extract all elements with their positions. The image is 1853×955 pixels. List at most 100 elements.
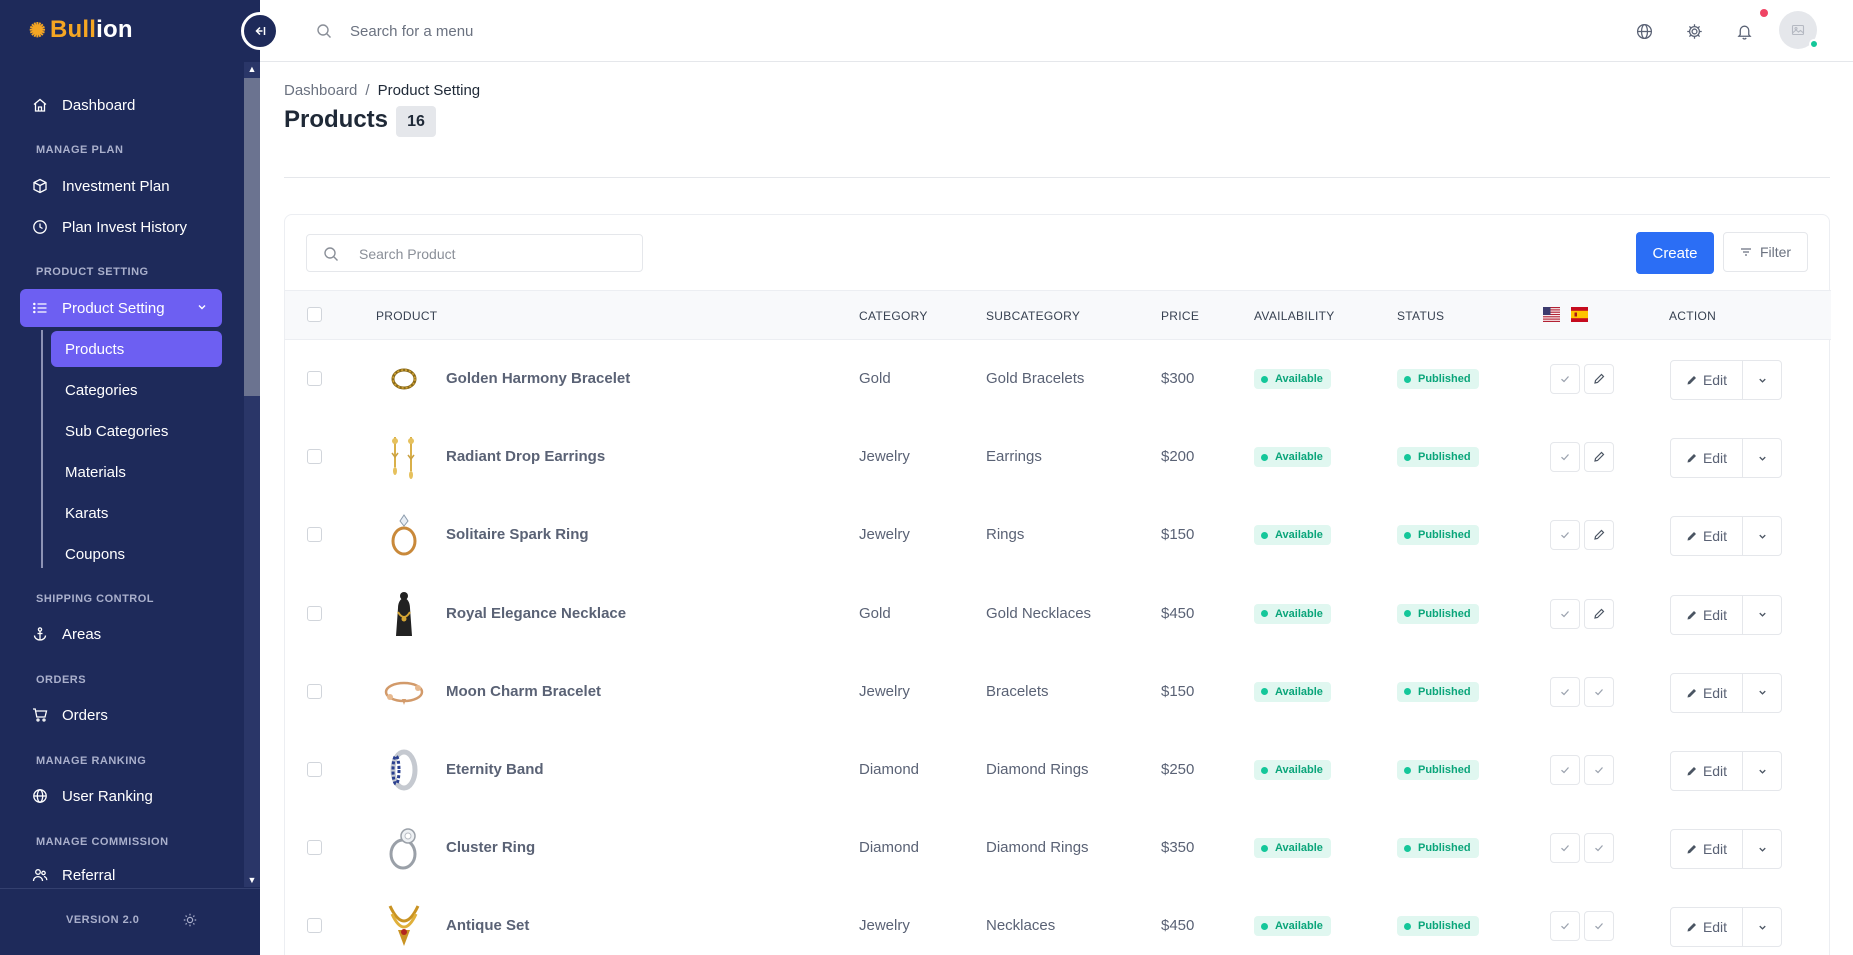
breadcrumb-link-dashboard[interactable]: Dashboard — [284, 82, 357, 99]
sidebar-collapse-button[interactable] — [241, 12, 279, 50]
sidebar-item-user-ranking[interactable]: User Ranking — [20, 777, 222, 815]
notification-bell-icon[interactable] — [1734, 21, 1754, 41]
translation-check-icon[interactable] — [1550, 676, 1580, 707]
row-checkbox[interactable] — [307, 683, 322, 699]
edit-button[interactable]: Edit — [1670, 672, 1743, 713]
table-row[interactable]: Moon Charm Bracelet Jewelry Bracelets $150 A… — [285, 653, 1831, 731]
product-name[interactable]: Radiant Drop Earrings — [446, 448, 605, 465]
product-name[interactable]: Golden Harmony Bracelet — [446, 370, 630, 387]
translation-check-icon[interactable] — [1584, 833, 1614, 864]
translation-check-icon[interactable] — [1584, 676, 1614, 707]
translation-check-icon[interactable] — [1550, 833, 1580, 864]
edit-button[interactable]: Edit — [1670, 751, 1743, 791]
row-checkbox[interactable] — [307, 371, 322, 386]
translation-check-icon[interactable] — [1550, 911, 1580, 942]
table-row[interactable]: Cluster Ring Diamond Diamond Rings $350 Avai… — [285, 809, 1831, 887]
sidebar-subitem-materials[interactable]: Materials — [51, 454, 222, 490]
row-checkbox[interactable] — [307, 918, 322, 934]
scroll-up-icon[interactable]: ▲ — [244, 62, 260, 76]
edit-label: Edit — [1702, 841, 1728, 858]
filter-button[interactable]: Filter — [1723, 232, 1808, 272]
sidebar-item-plan-invest-history[interactable]: Plan Invest History — [20, 208, 222, 246]
row-checkbox[interactable] — [307, 449, 322, 465]
sidebar-subitem-products[interactable]: Products — [51, 331, 222, 367]
sidebar-scrollbar-thumb[interactable] — [244, 78, 260, 396]
sidebar-subitem-sub-categories[interactable]: Sub Categories — [51, 413, 222, 449]
table-row[interactable]: Golden Harmony Bracelet Gold Gold Bracelet… — [285, 340, 1831, 418]
edit-button[interactable]: Edit — [1670, 438, 1743, 479]
table-row[interactable]: Radiant Drop Earrings Jewelry Earrings $200… — [285, 418, 1831, 496]
product-name[interactable]: Royal Elegance Necklace — [446, 605, 626, 622]
edit-button[interactable]: Edit — [1670, 594, 1743, 635]
row-checkbox[interactable] — [307, 527, 322, 543]
translation-check-icon[interactable] — [1550, 520, 1580, 551]
translation-check-icon[interactable] — [1584, 911, 1614, 942]
row-checkbox[interactable] — [307, 840, 322, 856]
create-button[interactable]: Create — [1636, 232, 1714, 274]
row-actions-dropdown-button[interactable] — [1742, 672, 1782, 713]
edit-button[interactable]: Edit — [1670, 516, 1743, 557]
row-actions-dropdown-button[interactable] — [1742, 516, 1782, 557]
column-header-availability[interactable]: AVAILABILITY — [1254, 309, 1335, 323]
product-price: $250 — [1161, 761, 1195, 778]
sidebar-subitem-karats[interactable]: Karats — [51, 495, 222, 531]
row-checkbox[interactable] — [307, 605, 322, 621]
status-text: Published — [1418, 373, 1471, 385]
table-row[interactable]: Antique Set Jewelry Necklaces $450 Available… — [285, 887, 1831, 955]
edit-button[interactable]: Edit — [1670, 829, 1743, 870]
product-name[interactable]: Eternity Band — [446, 761, 544, 778]
sidebar-subitem-coupons[interactable]: Coupons — [51, 536, 222, 572]
edit-button[interactable]: Edit — [1670, 360, 1743, 400]
product-name[interactable]: Solitaire Spark Ring — [446, 526, 589, 543]
app-logo[interactable]: ✺ Bull ion — [29, 16, 133, 44]
sidebar-item-product-setting[interactable]: Product Setting — [20, 289, 222, 327]
theme-toggle-sun-icon[interactable] — [183, 913, 197, 932]
translation-check-icon[interactable] — [1550, 755, 1580, 785]
column-header-category[interactable]: CATEGORY — [859, 309, 928, 323]
sidebar-item-areas[interactable]: Areas — [20, 615, 222, 653]
settings-gear-icon[interactable] — [1684, 21, 1704, 41]
scroll-down-icon[interactable]: ▼ — [244, 873, 260, 887]
edit-button[interactable]: Edit — [1670, 907, 1743, 948]
column-header-subcategory[interactable]: SUBCATEGORY — [986, 309, 1080, 323]
translation-check-icon[interactable] — [1584, 755, 1614, 785]
chevron-down-icon — [1757, 531, 1768, 542]
product-subcategory: Gold Bracelets — [986, 370, 1085, 387]
product-search-input[interactable] — [359, 243, 629, 265]
table-row[interactable]: Solitaire Spark Ring Jewelry Rings $150 Avai… — [285, 496, 1831, 574]
sidebar-item-dashboard[interactable]: Dashboard — [20, 86, 222, 124]
row-actions-dropdown-button[interactable] — [1742, 360, 1782, 400]
translation-pencil-icon[interactable] — [1584, 364, 1614, 394]
sidebar-item-investment-plan[interactable]: Investment Plan — [20, 167, 222, 205]
row-actions-dropdown-button[interactable] — [1742, 751, 1782, 791]
column-header-status[interactable]: STATUS — [1397, 309, 1444, 323]
section-label-shipping-control: SHIPPING CONTROL — [36, 593, 155, 605]
translation-check-icon[interactable] — [1550, 598, 1580, 629]
table-row[interactable]: Royal Elegance Necklace Gold Gold Necklace… — [285, 575, 1831, 653]
product-name[interactable]: Moon Charm Bracelet — [446, 683, 601, 700]
product-subcategory: Diamond Rings — [986, 761, 1089, 778]
translation-check-icon[interactable] — [1550, 442, 1580, 473]
row-actions-dropdown-button[interactable] — [1742, 438, 1782, 479]
row-checkbox[interactable] — [307, 762, 322, 777]
row-actions-dropdown-button[interactable] — [1742, 907, 1782, 948]
status-badge: Published — [1397, 525, 1479, 546]
product-thumbnail — [378, 588, 430, 640]
product-thumbnail — [378, 353, 430, 405]
sidebar-item-orders[interactable]: Orders — [20, 696, 222, 734]
product-name[interactable]: Antique Set — [446, 917, 529, 934]
product-name[interactable]: Cluster Ring — [446, 839, 535, 856]
column-header-price[interactable]: PRICE — [1161, 309, 1199, 323]
table-row[interactable]: Eternity Band Diamond Diamond Rings $250 Ava… — [285, 731, 1831, 809]
select-all-checkbox[interactable] — [307, 307, 322, 322]
row-actions-dropdown-button[interactable] — [1742, 829, 1782, 870]
translation-pencil-icon[interactable] — [1584, 520, 1614, 551]
row-actions-dropdown-button[interactable] — [1742, 594, 1782, 635]
translation-pencil-icon[interactable] — [1584, 598, 1614, 629]
sidebar-subitem-categories[interactable]: Categories — [51, 372, 222, 408]
menu-search-input[interactable] — [350, 18, 750, 44]
column-header-product[interactable]: PRODUCT — [376, 309, 437, 323]
translation-check-icon[interactable] — [1550, 364, 1580, 394]
language-globe-icon[interactable] — [1634, 21, 1654, 41]
translation-pencil-icon[interactable] — [1584, 442, 1614, 473]
